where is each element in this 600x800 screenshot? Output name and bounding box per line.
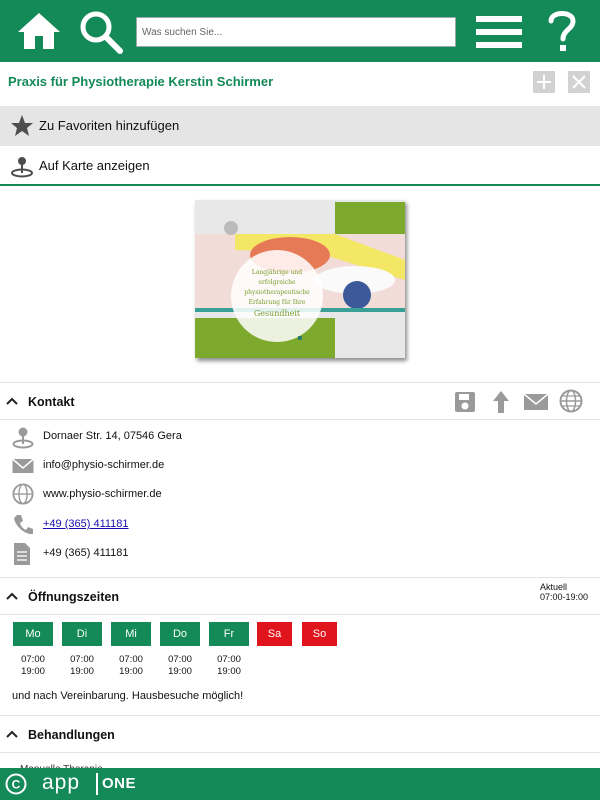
page-title: Praxis für Physiotherapie Kerstin Schirm… bbox=[8, 74, 274, 89]
title-row: Praxis für Physiotherapie Kerstin Schirm… bbox=[0, 62, 600, 106]
close-time: 19:00 bbox=[21, 666, 45, 677]
open-time: 07:00 bbox=[168, 654, 192, 665]
email-icon[interactable] bbox=[523, 392, 549, 412]
day-badge-mo: Mo bbox=[13, 622, 53, 646]
svg-text:C: C bbox=[12, 778, 21, 792]
chevron-up-icon bbox=[6, 592, 18, 600]
globe-icon bbox=[12, 483, 34, 505]
show-on-map-label: Auf Karte anzeigen bbox=[39, 158, 150, 173]
star-icon bbox=[11, 115, 33, 136]
opening-hours-note: und nach Vereinbarung. Hausbesuche mögli… bbox=[12, 690, 244, 702]
day-badge-do: Do bbox=[160, 622, 200, 646]
open-time: 07:00 bbox=[21, 654, 45, 665]
close-time: 19:00 bbox=[70, 666, 94, 677]
contact-email: info@physio-schirmer.de bbox=[43, 459, 165, 471]
search-input[interactable] bbox=[137, 18, 455, 46]
day-badge-di: Di bbox=[62, 622, 102, 646]
current-hours-label: Aktuell bbox=[539, 582, 567, 592]
plus-icon bbox=[537, 75, 551, 89]
chevron-up-icon bbox=[6, 397, 18, 405]
home-icon[interactable] bbox=[17, 12, 61, 55]
day-times-fr: 07:00 19:00 bbox=[209, 654, 249, 678]
close-time: 19:00 bbox=[168, 666, 192, 677]
day-badge-sa: Sa bbox=[257, 622, 292, 646]
map-pin-icon bbox=[11, 157, 33, 178]
day-badge-fr: Fr bbox=[209, 622, 249, 646]
practice-banner-image: Langjährige und erfolgreiche physiothera… bbox=[195, 200, 405, 358]
contact-fax: +49 (365) 411181 bbox=[43, 547, 129, 559]
chevron-up-icon bbox=[6, 730, 18, 738]
current-hours-value: 07:00-19:00 bbox=[539, 592, 588, 602]
contact-phone-row[interactable]: +49 (365) 411181 bbox=[0, 511, 600, 539]
contact-address: Dornaer Str. 14, 07546 Gera bbox=[43, 430, 182, 442]
search-icon[interactable] bbox=[78, 9, 124, 60]
add-button[interactable] bbox=[533, 71, 555, 93]
open-time: 07:00 bbox=[119, 654, 143, 665]
day-times-mo: 07:00 19:00 bbox=[13, 654, 53, 678]
close-time: 19:00 bbox=[119, 666, 143, 677]
opening-hours-title: Öffnungszeiten bbox=[28, 590, 119, 604]
add-to-favorites-row[interactable]: Zu Favoriten hinzufügen bbox=[0, 106, 600, 146]
search-field[interactable] bbox=[136, 17, 456, 47]
open-time: 07:00 bbox=[70, 654, 94, 665]
close-icon bbox=[572, 75, 586, 89]
email-icon bbox=[12, 458, 34, 473]
contact-section-header[interactable]: Kontakt bbox=[0, 382, 600, 420]
brand-separator bbox=[96, 773, 98, 795]
treatments-section-header[interactable]: Behandlungen bbox=[0, 715, 600, 753]
copyright-icon[interactable]: C bbox=[5, 773, 27, 795]
brand-one-text: ONE bbox=[102, 775, 137, 792]
save-contact-icon[interactable] bbox=[453, 390, 477, 414]
close-button[interactable] bbox=[568, 71, 590, 93]
treatments-title: Behandlungen bbox=[28, 728, 115, 742]
banner-text-line-4: Erfahrung für Ihre bbox=[249, 299, 306, 306]
day-badge-so: So bbox=[302, 622, 337, 646]
contact-email-row[interactable]: info@physio-schirmer.de bbox=[0, 452, 600, 480]
day-times-di: 07:00 19:00 bbox=[62, 654, 102, 678]
brand-app-text: app bbox=[42, 771, 81, 794]
phone-icon bbox=[14, 515, 33, 535]
share-arrow-icon[interactable] bbox=[491, 390, 511, 414]
top-navigation-bar bbox=[0, 0, 600, 62]
add-to-favorites-label: Zu Favoriten hinzufügen bbox=[39, 118, 180, 133]
day-times-mi: 07:00 19:00 bbox=[111, 654, 151, 678]
banner-text-line-5: Gesundheit bbox=[254, 309, 301, 318]
day-times-do: 07:00 19:00 bbox=[160, 654, 200, 678]
day-badge-mi: Mi bbox=[111, 622, 151, 646]
banner-text-line-2: erfolgreiche bbox=[258, 279, 296, 286]
contact-website-row[interactable]: www.physio-schirmer.de bbox=[0, 481, 600, 509]
fax-document-icon bbox=[14, 543, 30, 565]
contact-address-row[interactable]: Dornaer Str. 14, 07546 Gera bbox=[0, 423, 600, 451]
contact-section-title: Kontakt bbox=[28, 395, 75, 409]
footer-bar: C app ONE bbox=[0, 768, 600, 800]
contact-phone-link[interactable]: +49 (365) 411181 bbox=[43, 518, 129, 530]
current-hours: Aktuell 07:00-19:00 bbox=[540, 582, 588, 602]
location-pin-icon bbox=[12, 427, 34, 449]
contact-fax-row[interactable]: +49 (365) 411181 bbox=[0, 540, 600, 568]
close-time: 19:00 bbox=[217, 666, 241, 677]
opening-hours-section-header[interactable]: Öffnungszeiten bbox=[0, 577, 600, 615]
open-time: 07:00 bbox=[217, 654, 241, 665]
hamburger-menu-icon[interactable] bbox=[476, 14, 522, 55]
banner-text-line-3: physiotherapeutische bbox=[244, 289, 310, 296]
globe-icon[interactable] bbox=[559, 389, 583, 413]
help-icon[interactable] bbox=[546, 8, 578, 61]
contact-website: www.physio-schirmer.de bbox=[43, 488, 162, 500]
banner-text-line-1: Langjährige und bbox=[252, 269, 302, 276]
show-on-map-row[interactable]: Auf Karte anzeigen bbox=[0, 146, 600, 186]
